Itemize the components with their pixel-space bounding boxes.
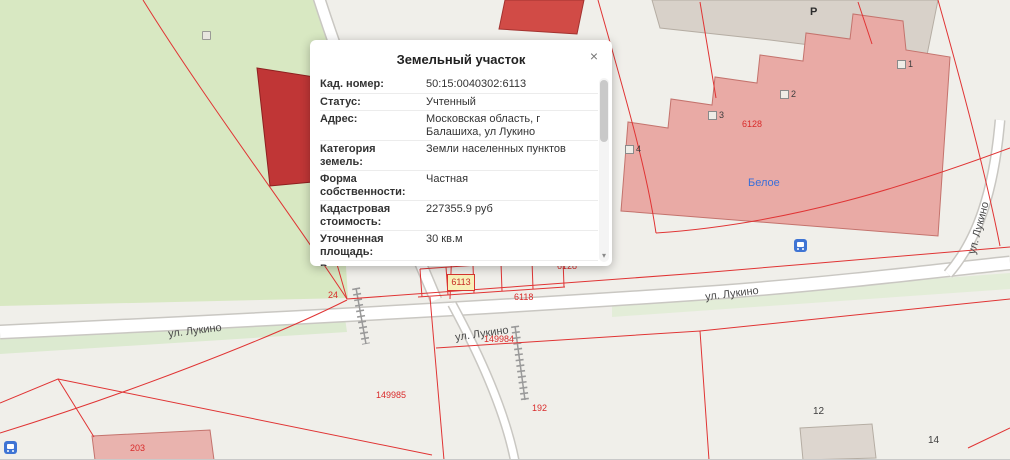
building-marker-icon	[780, 90, 789, 99]
row-value: 30 кв.м	[420, 233, 598, 258]
info-row-cad-number: Кад. номер: 50:15:0040302:6113	[320, 76, 598, 93]
bus-stop-icon	[794, 239, 807, 252]
info-row-area: Уточненная площадь: 30 кв.м	[320, 230, 598, 260]
row-value: 50:15:0040302:6113	[420, 78, 598, 91]
scrollbar-thumb[interactable]	[600, 80, 608, 142]
building-gray-bottom-right	[800, 424, 876, 460]
building-red-top	[499, 0, 584, 34]
popup-scrollbar[interactable]: ▾	[599, 78, 609, 262]
bus-stop-icon	[4, 441, 17, 454]
close-icon[interactable]: ×	[586, 48, 602, 64]
building-marker-number: 4	[636, 144, 641, 154]
building-marker-number: 1	[908, 59, 913, 69]
row-label: Кадастровая стоимость:	[320, 203, 420, 228]
row-value: Частная	[420, 173, 598, 198]
popup-title: Земельный участок	[310, 40, 612, 75]
row-label: Разрешенное	[320, 263, 420, 266]
building-marker-number: 2	[791, 89, 796, 99]
parcel-info-popup: Земельный участок × Кад. номер: 50:15:00…	[310, 40, 612, 266]
row-label: Форма собственности:	[320, 173, 420, 198]
row-value: Учтенный	[420, 96, 598, 109]
building-marker-4: 4	[625, 144, 641, 154]
scroll-down-icon[interactable]: ▾	[599, 250, 609, 262]
row-label: Категория земель:	[320, 143, 420, 168]
info-row-ownership: Форма собственности: Частная	[320, 170, 598, 200]
building-marker-icon	[625, 145, 634, 154]
building-marker-icon	[708, 111, 717, 120]
info-row-permitted-use: Разрешенное для жилищного строительства	[320, 260, 598, 266]
row-value: 227355.9 руб	[420, 203, 598, 228]
cadastral-map-app: ул. Лукино ул. Лукино ул. Лукино ул. Лук…	[0, 0, 1010, 460]
row-label: Кад. номер:	[320, 78, 420, 91]
building-marker-icon	[897, 60, 906, 69]
row-value: Московская область, г Балашиха, ул Лукин…	[420, 113, 598, 138]
info-row-status: Статус: Учтенный	[320, 93, 598, 111]
popup-body: Кад. номер: 50:15:0040302:6113 Статус: У…	[310, 76, 598, 266]
info-row-cadastral-value: Кадастровая стоимость: 227355.9 руб	[320, 200, 598, 230]
row-label: Адрес:	[320, 113, 420, 138]
info-row-address: Адрес: Московская область, г Балашиха, у…	[320, 110, 598, 140]
selected-parcel-6113[interactable]: 6113	[447, 274, 475, 291]
building-marker-2: 2	[780, 89, 796, 99]
building-marker-1: 1	[897, 59, 913, 69]
row-label: Статус:	[320, 96, 420, 109]
building-marker-3: 3	[708, 110, 724, 120]
row-value: для жилищного строительства	[420, 263, 598, 266]
poi-icon	[202, 31, 211, 40]
row-value: Земли населенных пунктов	[420, 143, 598, 168]
row-label: Уточненная площадь:	[320, 233, 420, 258]
info-row-land-category: Категория земель: Земли населенных пункт…	[320, 140, 598, 170]
building-marker-number: 3	[719, 110, 724, 120]
